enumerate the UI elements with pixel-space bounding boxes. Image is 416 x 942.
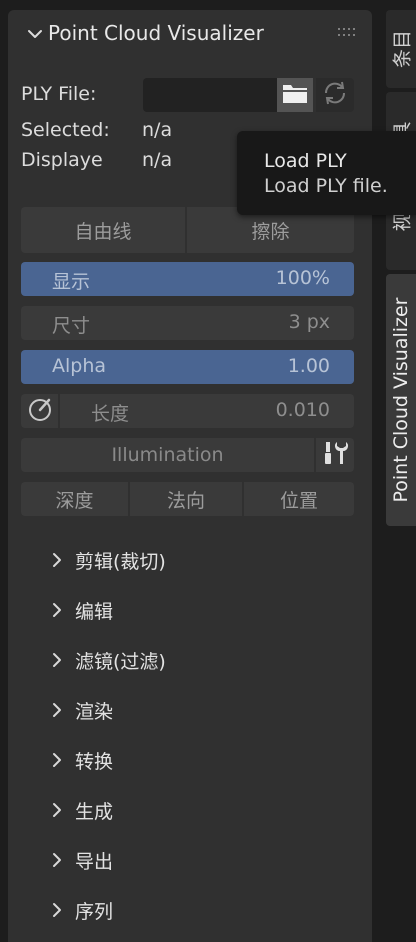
ply-file-label: PLY File:: [21, 83, 97, 105]
tooltip-description: Load PLY file.: [264, 175, 388, 197]
section-edit[interactable]: 编辑: [8, 590, 372, 630]
point-size-slider[interactable]: 尺寸 3 px: [21, 306, 354, 340]
reload-icon: [321, 80, 349, 110]
length-slider[interactable]: 长度 0.010: [60, 394, 354, 428]
size-label: 尺寸: [52, 315, 91, 337]
display-value: 100%: [275, 267, 330, 289]
section-label: 编辑: [75, 601, 114, 623]
load-ply-button[interactable]: [277, 78, 313, 112]
length-value: 0.010: [275, 399, 330, 421]
section-filter[interactable]: 滤镜(过滤): [8, 640, 372, 680]
depth-button[interactable]: 深度: [21, 482, 128, 516]
section-label: 渲染: [75, 701, 114, 723]
reload-button[interactable]: [316, 78, 354, 112]
chevron-right-icon: [46, 849, 68, 871]
size-value: 3 px: [288, 311, 330, 333]
section-convert[interactable]: 转换: [8, 740, 372, 780]
chevron-right-icon: [46, 899, 68, 921]
tab-point-cloud-visualizer[interactable]: Point Cloud Visualizer: [386, 274, 416, 526]
chevron-right-icon: [46, 599, 68, 621]
chevron-right-icon: [46, 749, 68, 771]
gauge-icon: [27, 396, 53, 427]
alpha-slider[interactable]: Alpha 1.00: [21, 350, 354, 384]
folder-icon: [282, 82, 308, 108]
chevron-right-icon: [46, 549, 68, 571]
alpha-label: Alpha: [52, 355, 107, 377]
section-render[interactable]: 渲染: [8, 690, 372, 730]
illumination-settings-button[interactable]: [316, 438, 354, 472]
section-label: 剪辑(裁切): [75, 551, 166, 573]
tooltip-title: Load PLY: [264, 150, 347, 172]
section-label: 生成: [75, 801, 114, 823]
tab-item[interactable]: 条目: [386, 10, 416, 88]
selected-value: n/a: [142, 119, 173, 141]
chevron-right-icon: [46, 799, 68, 821]
tab-label: Point Cloud Visualizer: [390, 297, 412, 503]
selected-label: Selected:: [21, 119, 110, 141]
normals-toggle-button[interactable]: [21, 394, 58, 428]
section-generate[interactable]: 生成: [8, 790, 372, 830]
panel-title: Point Cloud Visualizer: [48, 21, 264, 45]
tab-label: 条目: [391, 29, 414, 69]
section-label: 序列: [75, 901, 114, 923]
section-sequence[interactable]: 序列: [8, 890, 372, 930]
section-label: 滤镜(过滤): [75, 651, 166, 673]
section-label: 转换: [75, 751, 114, 773]
chevron-right-icon: [46, 699, 68, 721]
illumination-button[interactable]: Illumination: [21, 438, 314, 472]
ply-file-input[interactable]: [143, 78, 277, 112]
section-clip[interactable]: 剪辑(裁切): [8, 540, 372, 580]
freehand-button[interactable]: 自由线: [21, 207, 185, 253]
position-button[interactable]: 位置: [244, 482, 354, 516]
tools-icon: [321, 439, 349, 472]
tab-label: 视: [391, 212, 414, 232]
displayed-value: n/a: [142, 149, 173, 171]
load-ply-tooltip: Load PLY Load PLY file.: [237, 131, 416, 215]
chevron-right-icon: [46, 649, 68, 671]
panel-header[interactable]: Point Cloud Visualizer: [8, 10, 372, 58]
drag-handle-icon[interactable]: [338, 28, 360, 40]
displayed-label: Displaye: [21, 149, 103, 171]
display-percent-slider[interactable]: 显示 100%: [21, 262, 354, 296]
length-label: 长度: [91, 403, 130, 425]
section-label: 导出: [75, 851, 114, 873]
normal-button[interactable]: 法向: [130, 482, 242, 516]
display-label: 显示: [52, 271, 91, 293]
section-export[interactable]: 导出: [8, 840, 372, 880]
chevron-down-icon[interactable]: [24, 23, 46, 45]
alpha-value: 1.00: [287, 355, 330, 377]
